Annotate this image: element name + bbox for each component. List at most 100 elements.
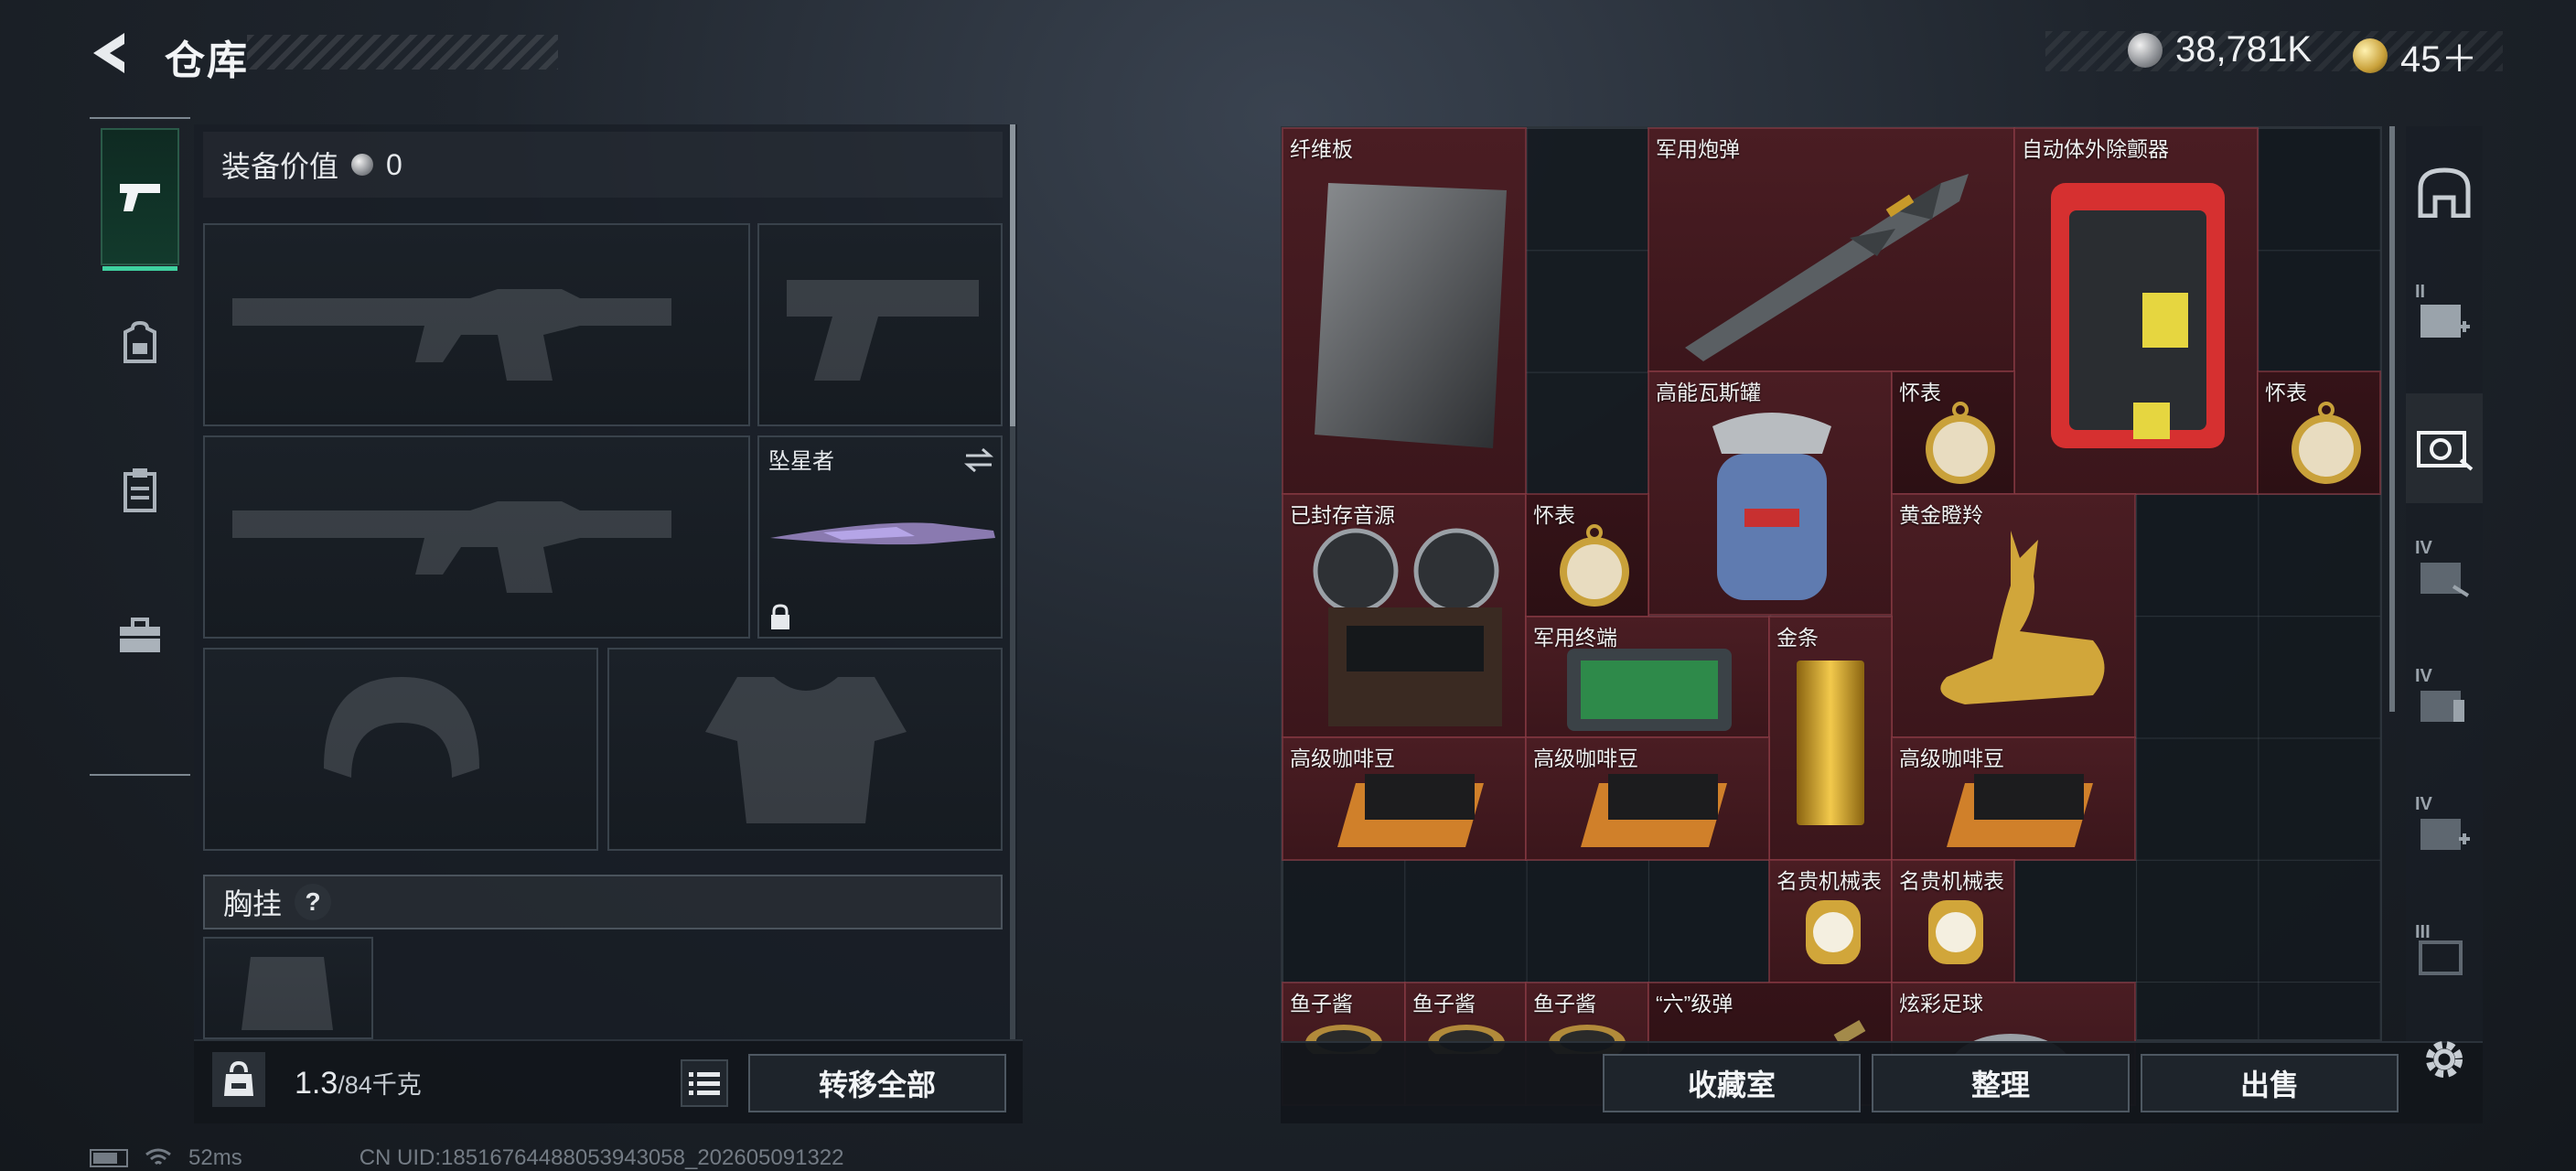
luxury-watch-icon [1928,900,1983,964]
gold-bar-icon [1797,661,1864,825]
toolbox-icon [120,618,160,652]
armor-slot[interactable] [607,648,1003,851]
storage-item-pocket-watch[interactable]: 怀表 [1525,493,1649,618]
item-name: 已封存音源 [1290,503,1395,527]
chest-rig-silhouette-icon [242,957,333,1030]
back-arrow-icon [93,33,124,73]
coffee-beans-icon [1581,774,1727,847]
storage-case-icon [2420,819,2470,850]
melee-slot-label: 坠星者 [768,449,834,474]
storage-item-gas-canister[interactable]: 高能瓦斯罐 [1648,371,1893,616]
nav-item-toolbox[interactable] [101,567,179,704]
storage-item-luxury-watch[interactable]: 名贵机械表 [1891,859,2015,983]
storage-item-aed[interactable]: 自动体外除颤器 [2013,127,2259,495]
helmet-slot[interactable] [203,648,598,851]
back-button[interactable] [84,26,139,81]
organize-button[interactable]: 整理 [1872,1054,2130,1112]
tab-case-tier-4c[interactable]: IV [2406,778,2483,887]
nav-item-backpack[interactable] [101,274,179,412]
coffee-beans-icon [1337,774,1484,847]
lock-icon [771,604,789,629]
storage-case-icon [2420,563,2470,597]
clipboard-icon [123,468,156,512]
equipment-scrollbar-thumb[interactable] [1010,124,1015,426]
settings-button[interactable] [2417,1032,2472,1087]
storage-case-icon [2420,305,2470,338]
sidearm-slot[interactable] [757,223,1003,426]
wifi-icon [145,1148,171,1166]
collection-room-button[interactable]: 收藏室 [1603,1054,1861,1112]
storage-item-gold-bar[interactable]: 金条 [1768,616,1893,861]
silver-currency-value: 38,781K [2175,29,2313,70]
storage-item-gold-gazelle[interactable]: 黄金瞪羚 [1891,493,2136,738]
status-bar: 52ms CN UID:185167644880539430​58_202605… [90,1145,844,1171]
chest-rig-slot[interactable] [203,937,373,1039]
side-nav [90,117,190,776]
pistol-icon [120,184,160,211]
item-name: 军用终端 [1533,626,1617,650]
item-name: 鱼子酱 [1412,992,1476,1015]
uid-text: CN UID:185167644880539430​58_20260509132… [359,1145,844,1170]
rifle-silhouette-icon [232,501,671,593]
primary-weapon-slot[interactable] [203,223,750,426]
storage-grid: 纤维板 军用炮弹 自动体外除颤器 高能瓦斯罐 怀表 怀表 已封存音源 怀表 黄金… [1282,127,2381,1106]
tab-case-tier-4a[interactable]: IV [2406,521,2483,631]
gold-currency-value: 45＋ [2400,39,2478,80]
storage-item-coffee-beans[interactable]: 高级咖啡豆 [1525,736,1770,861]
transfer-all-button[interactable]: 转移全部 [748,1054,1006,1112]
tier-label: IV [2415,794,2432,814]
item-name: 纤维板 [1290,137,1353,161]
sell-button[interactable]: 出售 [2141,1054,2399,1112]
secondary-weapon-slot[interactable] [203,435,750,639]
storage-item-fiberboard[interactable]: 纤维板 [1282,127,1527,495]
fiberboard-icon [1315,183,1507,448]
weight-icon [212,1052,265,1107]
item-name: 名贵机械表 [1899,869,2004,893]
storage-item-military-terminal[interactable]: 军用终端 [1525,616,1770,738]
rifle-silhouette-icon [232,289,671,381]
coffee-beans-icon [1947,774,2093,847]
silver-currency[interactable]: 38,781K [2128,29,2312,70]
storage-item-coffee-beans[interactable]: 高级咖啡豆 [1282,736,1527,861]
storage-item-sealed-audio[interactable]: 已封存音源 [1282,493,1527,738]
silver-coin-icon [351,154,374,176]
tab-case-tier-3[interactable]: III [2406,906,2483,1006]
tab-case-tier-2[interactable]: II [2406,265,2483,375]
item-name: 高级咖啡豆 [1899,747,2004,770]
storage-item-military-shell[interactable]: 军用炮弹 [1648,127,2015,372]
pistol-silhouette-icon [787,280,979,381]
pocket-watch-icon [1560,524,1629,607]
item-name: 炫彩足球 [1899,992,1983,1015]
item-name: 怀表 [1533,503,1575,527]
nav-item-clipboard[interactable] [101,421,179,558]
item-name: 高级咖啡豆 [1533,747,1638,770]
gas-canister-icon [1712,413,1831,600]
melee-slot[interactable]: 坠星者 [757,435,1003,639]
item-name: 金条 [1776,626,1819,650]
ping-value: 52ms [188,1145,242,1170]
item-name: 名贵机械表 [1776,869,1882,893]
tab-case-selected[interactable] [2406,393,2483,503]
gold-currency[interactable]: 45＋ [2353,29,2478,82]
military-shell-icon [1685,174,1969,361]
item-name: 军用炮弹 [1656,137,1740,161]
gold-gazelle-icon [1940,531,2105,704]
military-terminal-icon [1567,649,1732,731]
storage-item-pocket-watch[interactable]: 怀表 [1891,371,2015,495]
item-name: 鱼子酱 [1533,992,1596,1015]
swap-icon[interactable] [962,446,995,474]
help-icon[interactable]: ? [295,884,332,920]
storage-item-luxury-watch[interactable]: 名贵机械表 [1768,859,1893,983]
tier-label: IV [2415,538,2432,558]
tab-safe-box[interactable] [2406,137,2483,247]
storage-item-coffee-beans[interactable]: 高级咖啡豆 [1891,736,2136,861]
luxury-watch-icon [1806,900,1861,964]
storage-scrollbar[interactable] [2389,126,2395,712]
nav-item-weapons[interactable] [101,128,179,271]
list-view-button[interactable] [681,1059,728,1107]
storage-item-pocket-watch[interactable]: 怀表 [2257,371,2381,495]
tab-case-tier-4b[interactable]: IV [2406,650,2483,759]
helmet-silhouette-icon [324,677,479,778]
silver-coin-icon [2128,32,2163,68]
knife-icon [770,522,995,545]
